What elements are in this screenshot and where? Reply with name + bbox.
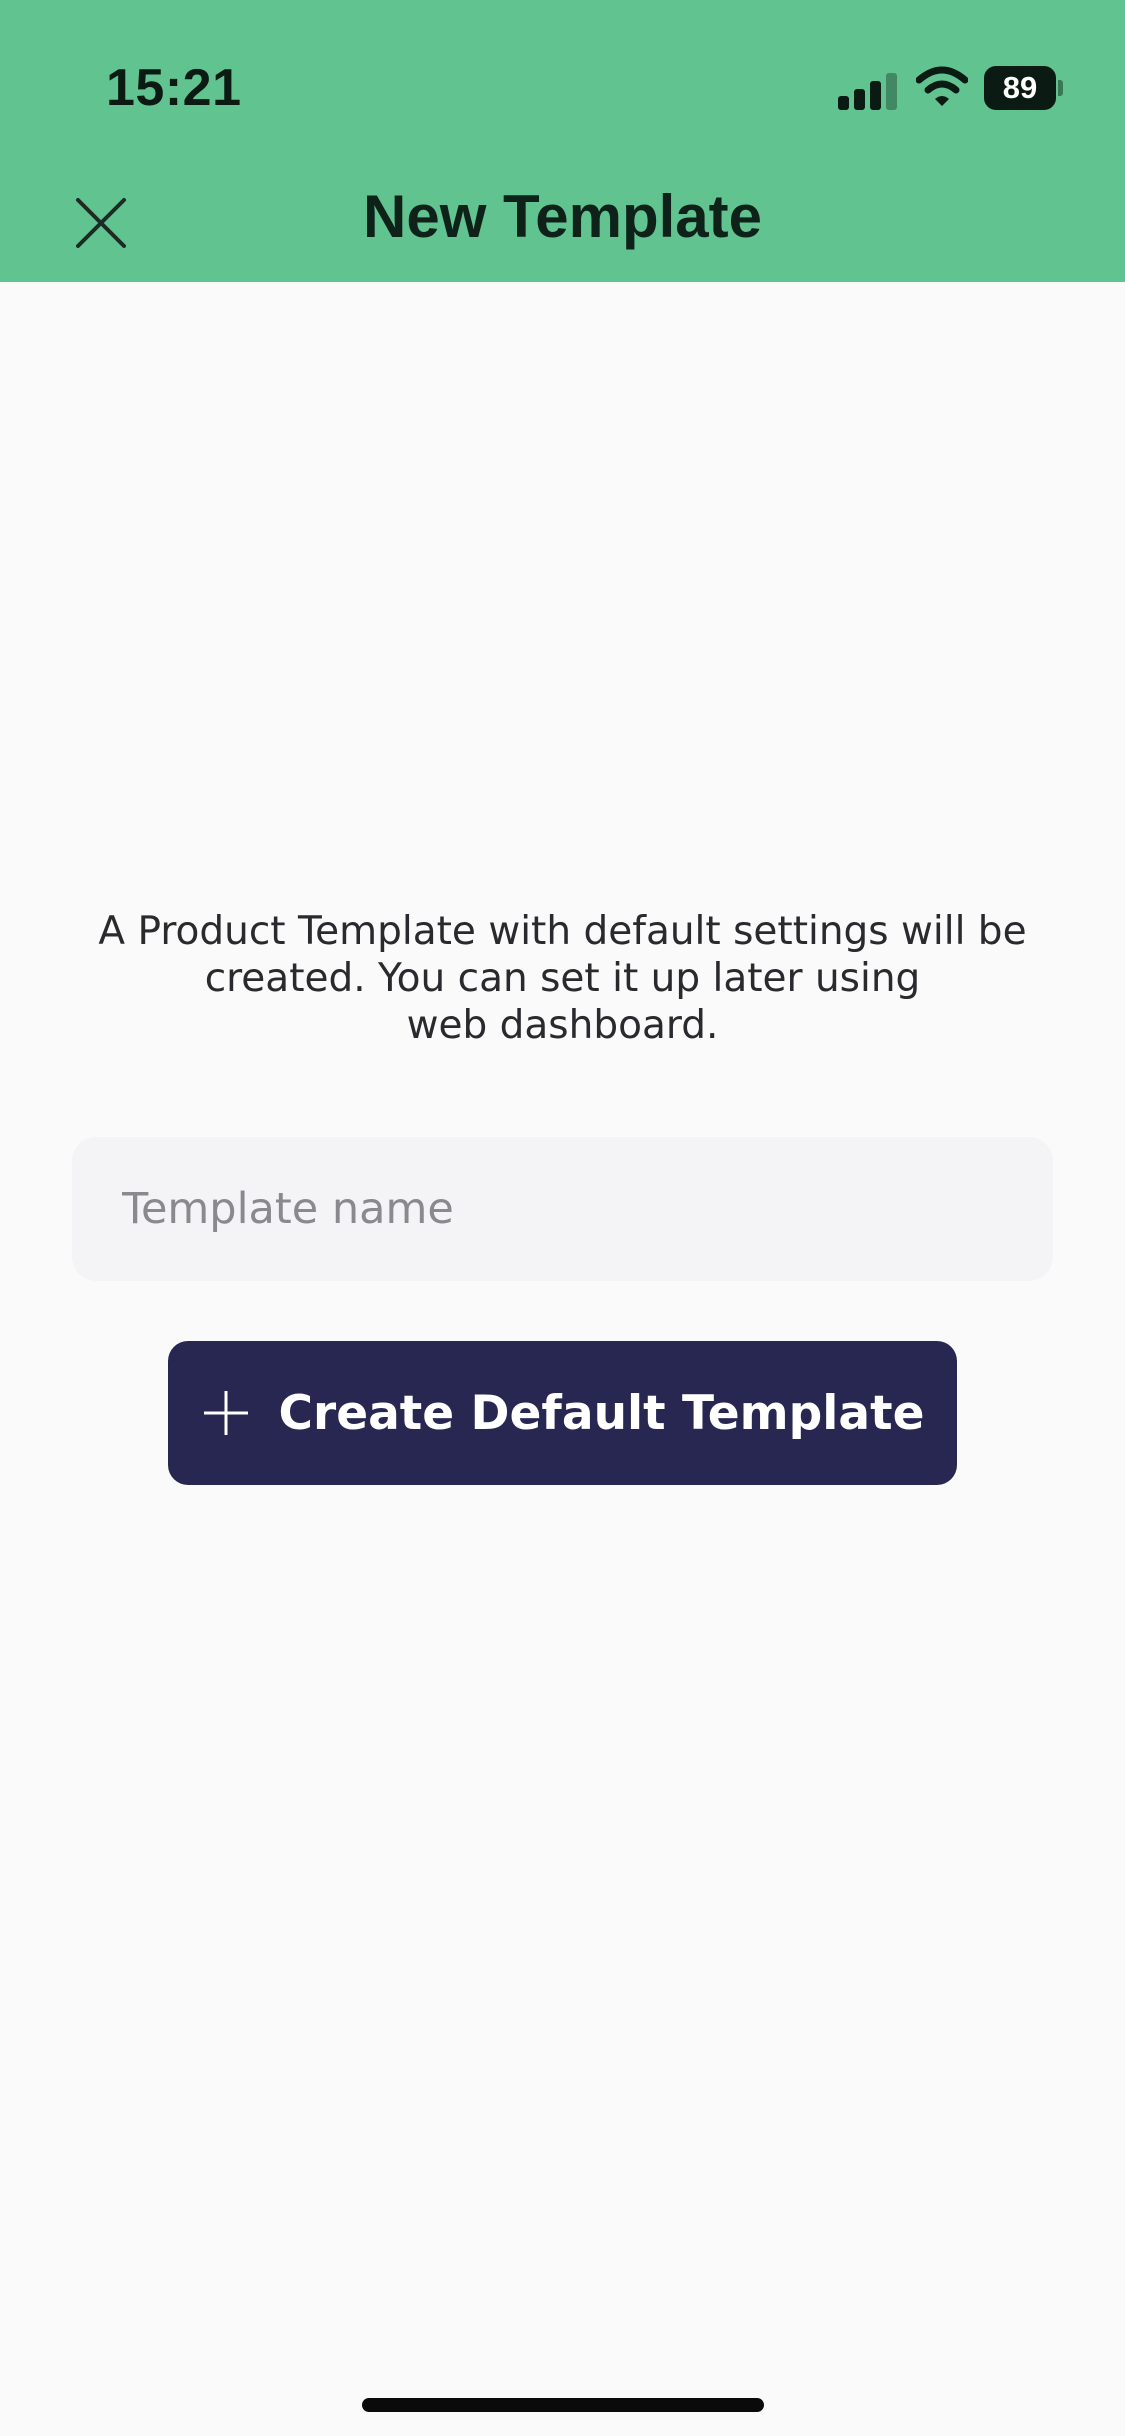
home-indicator[interactable] (362, 2398, 764, 2412)
page-title: New Template (363, 183, 762, 250)
plus-icon (203, 1391, 248, 1435)
wifi-icon (916, 66, 968, 106)
info-line: A Product Template with default settings… (98, 909, 1027, 954)
battery-level: 89 (984, 66, 1056, 110)
info-line: created. You can set it up later using (204, 956, 921, 1001)
create-default-template-button[interactable]: Create Default Template (168, 1341, 957, 1485)
battery-icon: 89 (984, 66, 1064, 110)
battery-tip (1058, 80, 1063, 96)
status-time: 15:21 (106, 59, 242, 117)
signal-icon (838, 70, 898, 110)
info-text: A Product Template with default settings… (90, 908, 1035, 1049)
create-button-label: Create Default Template (278, 1385, 925, 1441)
info-line: web dashboard. (406, 1003, 719, 1048)
app-header: 15:21 89 New Template (0, 0, 1125, 282)
template-name-input[interactable] (72, 1137, 1053, 1281)
